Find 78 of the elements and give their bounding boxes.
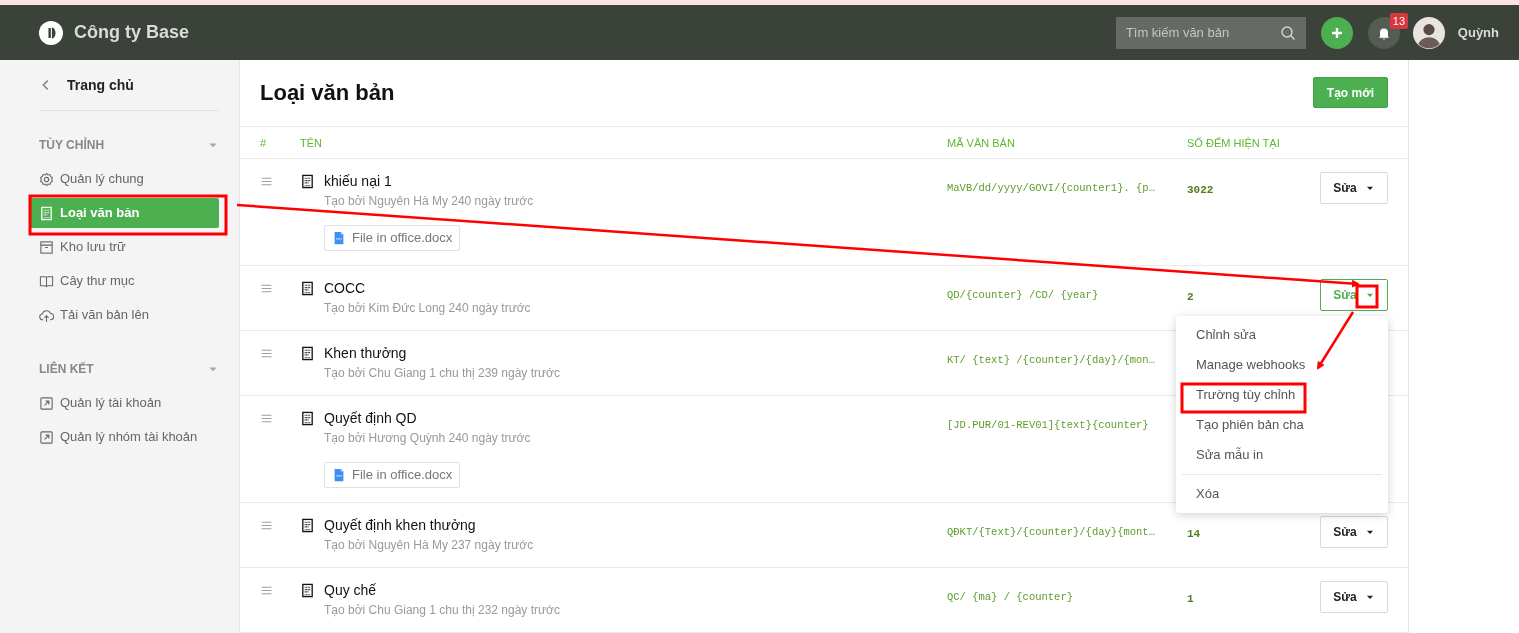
column-header: MÃ VĂN BẢN: [947, 137, 1015, 150]
external-link-icon: [39, 429, 54, 445]
document-icon: [300, 174, 315, 189]
sidebar-item[interactable]: Quản lý chung: [39, 164, 219, 194]
menu-item[interactable]: Manage webhooks: [1176, 350, 1388, 380]
document-icon: [300, 518, 315, 533]
document-code: QĐKT/{Text}/{counter}/{day}{mont…: [947, 526, 1155, 538]
attachment-chip[interactable]: File in office.docx: [324, 225, 461, 251]
document-icon: [300, 411, 315, 426]
document-code: QC/ {ma} / {counter}: [947, 591, 1074, 603]
drag-handle-icon: [260, 519, 273, 532]
drag-handle-icon: [260, 282, 273, 295]
drag-handle-icon: [260, 584, 273, 597]
created-by-text: Tạo bởi Chu Giang 1 chu thị 232 ngày trước: [324, 602, 560, 618]
cloud-upload-icon: [39, 307, 54, 323]
document-type-name: COCC: [324, 279, 366, 297]
document-type-name: Khen thưởng: [324, 344, 407, 362]
user-name: Quỳnh: [1457, 23, 1499, 42]
sidebar-item[interactable]: Cây thư mục: [39, 266, 219, 296]
document-code: QD/{counter} /CD/ {year}: [947, 289, 1099, 301]
document-code: MaVB/dd/yyyy/GOVI/{counter1}. {p…: [947, 182, 1155, 194]
counter-value: 2: [1187, 291, 1194, 303]
section-title: LIÊN KẾT: [39, 360, 94, 378]
menu-item[interactable]: Tạo phiên bản cha: [1176, 410, 1388, 440]
created-by-text: Tạo bởi Chu Giang 1 chu thị 239 ngày trước: [324, 365, 560, 381]
document-icon: [300, 346, 315, 361]
counter-value: 1: [1187, 593, 1194, 605]
document-icon: [300, 583, 315, 598]
edit-dropdown-button[interactable]: Sửa: [1320, 172, 1388, 204]
column-header: #: [260, 137, 267, 150]
created-by-text: Tạo bởi Nguyên Hà My 237 ngày trước: [324, 537, 534, 553]
add-button[interactable]: [1320, 16, 1353, 49]
counter-value: 3022: [1187, 184, 1214, 196]
created-by-text: Tạo bởi Hương Quỳnh 240 ngày trước: [324, 430, 531, 446]
avatar: [1412, 16, 1445, 49]
company-name: Công ty Base: [74, 21, 190, 44]
edit-dropdown-button[interactable]: Sửa: [1320, 581, 1388, 613]
sidebar-item[interactable]: Quản lý tài khoản: [39, 388, 219, 418]
menu-item[interactable]: Xóa: [1176, 479, 1388, 509]
document-code: KT/ {text} /{counter}/{day}/{mon…: [947, 354, 1155, 366]
document-type-name: Quyết định QD: [324, 409, 417, 427]
attachment-chip[interactable]: File in office.docx: [324, 462, 461, 488]
drag-handle-icon: [260, 412, 273, 425]
document-code: [JD.PUR/01-REV01]{text}{counter}: [947, 419, 1149, 431]
menu-item[interactable]: Sửa mẫu in: [1176, 440, 1388, 470]
document-icon: [300, 281, 315, 296]
annotation-arrow: [1316, 311, 1355, 370]
sidebar-item[interactable]: Tải văn bản lên: [39, 300, 219, 330]
column-header: TÊN: [300, 137, 322, 150]
archive-icon: [39, 239, 54, 255]
document-file-icon: [332, 230, 346, 246]
created-by-text: Tạo bởi Kim Đức Long 240 ngày trước: [324, 300, 531, 316]
column-header: SỐ ĐẾM HIỆN TẠI: [1187, 137, 1280, 150]
notification-badge: 13: [1389, 12, 1409, 29]
created-by-text: Tạo bởi Nguyên Hà My 240 ngày trước: [324, 193, 534, 209]
drag-handle-icon: [260, 175, 273, 188]
sidebar-item[interactable]: Quản lý nhóm tài khoản: [39, 422, 219, 452]
page-title: Loại văn bản: [260, 79, 395, 108]
document-type-name: Quyết định khen thưởng: [324, 516, 476, 534]
search-field[interactable]: Tìm kiếm văn bản: [1115, 16, 1306, 49]
highlight-box: [1355, 284, 1379, 309]
menu-item[interactable]: Chỉnh sửa: [1176, 320, 1388, 350]
drag-handle-icon: [260, 347, 273, 360]
counter-value: 14: [1187, 528, 1201, 540]
document-type-name: khiếu nại 1: [324, 172, 392, 190]
search-icon: [1279, 24, 1296, 41]
menu-item[interactable]: Trường tùy chỉnh: [1176, 380, 1388, 410]
document-type-name: Quy chế: [324, 581, 377, 599]
back-link[interactable]: Trang chủ: [39, 60, 219, 111]
document-icon: [39, 205, 54, 221]
external-link-icon: [39, 395, 54, 411]
section-title: TÙY CHỈNH: [39, 136, 105, 154]
edit-dropdown-button[interactable]: Sửa: [1320, 516, 1388, 548]
logo-icon: [39, 20, 63, 45]
sidebar-item[interactable]: Kho lưu trữ: [39, 232, 219, 262]
gear-icon: [39, 171, 54, 187]
book-icon: [39, 273, 54, 289]
document-file-icon: [332, 467, 346, 483]
